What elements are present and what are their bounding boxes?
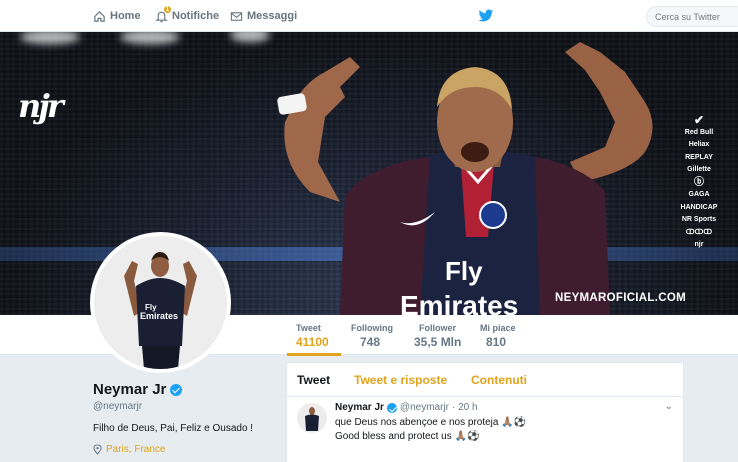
profile-name[interactable]: Neymar Jr — [93, 381, 183, 398]
nav-messages[interactable]: Messaggi — [230, 0, 297, 32]
tweet-avatar[interactable] — [297, 403, 327, 433]
active-stat-underline — [287, 353, 341, 356]
profile-name-text: Neymar Jr — [93, 381, 167, 398]
sponsor-item: REPLAY — [685, 153, 713, 161]
profile-handle[interactable]: @neymarjr — [93, 401, 142, 412]
sponsor-item: Red Bull — [684, 128, 714, 136]
jersey-sponsor-line1: Fly — [445, 256, 483, 286]
tab-tweet[interactable]: Tweet — [297, 373, 330, 387]
tweet[interactable]: Neymar Jr @neymarjr · 20 h ⌄ que Deus no… — [287, 397, 683, 462]
verified-badge-icon — [386, 402, 397, 413]
envelope-icon — [230, 11, 243, 21]
stat-label: Tweet — [296, 323, 321, 333]
tweet-author-handle[interactable]: @neymarjr — [400, 402, 449, 413]
avatar-photo: Fly Emirates — [94, 236, 227, 369]
notification-badge: 1 — [163, 5, 172, 14]
home-icon — [94, 10, 105, 22]
sponsor-item: Gillette — [687, 166, 711, 173]
location-pin-icon — [93, 444, 102, 455]
tweet-text-line: Good bless and protect us 🙏🏽⚽ — [335, 431, 480, 442]
nav-notifications-label: Notifiche — [172, 10, 220, 22]
sponsor-list: ✔ Red Bull Heliax REPLAY Gillette ⓑ GAGA… — [674, 114, 724, 252]
stat-value: 35,5 Mln — [414, 335, 462, 349]
sponsor-item: Heliax — [688, 141, 710, 148]
location-text[interactable]: Paris, France — [106, 444, 165, 455]
banner-website: NEYMAROFICIAL.COM — [555, 292, 686, 304]
nike-swoosh-icon: ✔ — [693, 113, 705, 127]
search-input[interactable] — [646, 6, 738, 27]
twitter-bird-icon[interactable] — [478, 9, 494, 23]
profile-location: Paris, France — [93, 444, 165, 455]
njr-logo: njr — [18, 87, 64, 125]
timeline: Tweet Tweet e risposte Contenuti Neymar … — [286, 362, 684, 462]
top-navigation: Home Notifiche 1 Messaggi — [0, 0, 738, 32]
tweet-timestamp[interactable]: · 20 h — [452, 402, 478, 413]
stat-value: 41100 — [296, 335, 329, 349]
jersey-sponsor-line2: Emirates — [400, 290, 518, 315]
sponsor-item: njr — [694, 241, 704, 248]
timeline-tabs: Tweet Tweet e risposte Contenuti — [287, 363, 683, 397]
profile-bio: Filho de Deus, Pai, Feliz e Ousado ! — [93, 423, 254, 434]
sponsor-item: NR Sports — [681, 216, 717, 223]
tweet-text-line: que Deus nos abençoe e nos proteja 🙏🏽⚽ — [335, 417, 527, 428]
stat-value: 748 — [360, 335, 381, 349]
tweet-author-name[interactable]: Neymar Jr — [335, 402, 384, 413]
sponsor-item: ↀↀↀ — [685, 228, 713, 236]
stat-value: 810 — [486, 335, 507, 349]
chevron-down-icon[interactable]: ⌄ — [665, 401, 673, 412]
stat-label: Following — [351, 323, 393, 333]
nav-home-label: Home — [110, 10, 141, 22]
verified-badge-icon — [170, 383, 183, 396]
stat-follower[interactable]: Follower 35,5 Mln — [414, 323, 461, 349]
nav-messages-label: Messaggi — [247, 10, 298, 22]
avatar-player-figure: Fly Emirates — [94, 236, 227, 369]
tweet-header: Neymar Jr @neymarjr · 20 h — [335, 402, 478, 413]
sponsor-item: HANDICAP — [680, 203, 718, 211]
stat-label: Mi piace — [480, 323, 516, 333]
tab-media[interactable]: Contenuti — [471, 373, 527, 387]
beats-icon: ⓑ — [694, 176, 704, 188]
nav-home[interactable]: Home — [93, 0, 141, 32]
sponsor-item: GAGA — [688, 191, 710, 198]
tab-tweets-replies[interactable]: Tweet e risposte — [354, 373, 447, 387]
stat-label: Follower — [419, 323, 457, 333]
stat-following[interactable]: Following 748 — [351, 323, 393, 349]
avatar[interactable]: Fly Emirates — [90, 232, 231, 373]
stat-tweet[interactable]: Tweet 41100 — [296, 323, 329, 349]
stat-likes[interactable]: Mi piace 810 — [480, 323, 516, 349]
player-photo: Fly Emirates — [277, 42, 653, 315]
svg-text:Emirates: Emirates — [140, 311, 178, 321]
